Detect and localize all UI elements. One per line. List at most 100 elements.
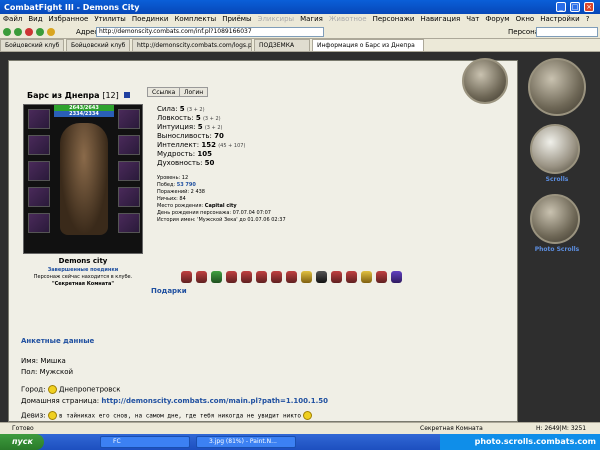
address-input[interactable]: http://demonscity.combats.com/inf.pl?108… [96,27,324,37]
tab[interactable]: Бойцовский клуб [66,39,130,51]
stat-row: Мудрость: 105 [157,150,213,158]
profile-motto: Девиз: в тайниках его снов, на самом дне… [21,411,313,420]
badge-icon[interactable] [211,271,222,283]
status-hp: Н: 2649|М: 3251 [536,425,587,432]
info-losses: Поражений: 2 438 [157,189,205,195]
profile-name: Имя: Мишка [21,357,66,365]
taskbar-item[interactable]: 3.jpg (81%) - Paint.N... [196,436,296,448]
emblem-icon[interactable] [528,58,586,116]
profile-city: Город: Днепропетровск [21,385,121,394]
persona-select[interactable] [536,27,598,37]
forward-icon[interactable] [14,28,22,36]
menu-item[interactable]: Поединки [132,14,169,25]
character-level: [12] [102,91,119,100]
photo-scrolls-link[interactable]: Photo Scrolls [520,246,594,253]
start-button[interactable]: пуск [0,434,44,450]
mp-bar: 2334/2334 [54,111,114,117]
earring-slot[interactable] [118,109,140,129]
browser-window: CombatFight III - Demons City _ □ × Файл… [0,0,600,450]
tab-active[interactable]: Информация о Барс из Днепра [312,39,424,51]
belt-slot[interactable] [28,213,50,233]
badge-icon[interactable] [241,271,252,283]
maximize-button[interactable]: □ [570,2,580,12]
home-icon[interactable] [47,28,55,36]
badge-icon[interactable] [316,271,327,283]
badge-icon[interactable] [226,271,237,283]
leggings-slot[interactable] [118,187,140,207]
photo-scrolls-icon[interactable] [530,194,580,244]
back-icon[interactable] [3,28,11,36]
info-birthplace: Место рождения: Capital city [157,203,237,209]
taskbar: пуск FC 3.jpg (81%) - Paint.N... photo.s… [0,434,600,450]
character-name[interactable]: Барс из Днепра [27,91,100,100]
boots-slot[interactable] [118,213,140,233]
minimize-button[interactable]: _ [556,2,566,12]
gloves-slot[interactable] [118,135,140,155]
menu-item[interactable]: Комплекты [174,14,216,25]
character-figure [60,123,108,235]
badge-icon[interactable] [196,271,207,283]
badge-icon[interactable] [181,271,192,283]
scrolls-link[interactable]: Scrolls [520,176,594,183]
shield-slot[interactable] [118,161,140,181]
stat-row: Ловкость: 5 (3 + 2) [157,114,221,122]
badge-icon[interactable] [346,271,357,283]
close-button[interactable]: × [584,2,594,12]
status-ready: Готово [12,425,34,432]
menu-item[interactable]: Персонажи [373,14,415,25]
stop-icon[interactable] [25,28,33,36]
menu-item[interactable]: Утилиты [94,14,126,25]
location-room: "Секретная Комната" [51,281,115,287]
character-header: Барс из Днепра [12] [27,91,130,100]
badge-icon[interactable] [391,271,402,283]
taskbar-item[interactable]: FC [100,436,190,448]
menu-item[interactable]: Настройки [540,14,580,25]
menu-item[interactable]: Вид [28,14,42,25]
menu-item[interactable]: Эликсиры [258,14,295,25]
gifts-link[interactable]: Подарки [151,287,187,295]
badge-icon[interactable] [361,271,372,283]
badge-icon[interactable] [271,271,282,283]
tab[interactable]: ПОДЗЕМКА [254,39,310,51]
badge-icon[interactable] [376,271,387,283]
scrolls-icon[interactable] [530,124,580,174]
menu-item[interactable]: Окно [516,14,535,25]
page-viewport: Барс из Днепра [12] Ссылка Логин 2643/26… [0,52,600,422]
fights-link[interactable]: Завершенные поединки [23,267,143,273]
info-icon[interactable] [123,92,130,98]
amulet-slot[interactable] [28,135,50,155]
home-link[interactable]: http://demonscity.combats.com/main.pl?pa… [101,397,328,405]
menu-item[interactable]: Форум [485,14,509,25]
info-history: История имен: 'Мужской Зека' до 01.07.06… [157,217,286,223]
menu-item[interactable]: Приёмы [222,14,251,25]
menu-item[interactable]: Навигация [420,14,460,25]
menu-item[interactable]: Избранное [49,14,89,25]
profile-sex: Пол: Мужской [21,368,74,376]
badge-icon[interactable] [331,271,342,283]
tab[interactable]: http://demonscity.combats.com/logs.p... [132,39,252,51]
profile-heading: Анкетные данные [21,337,95,345]
weapon-slot[interactable] [28,161,50,181]
refresh-icon[interactable] [36,28,44,36]
menu-item[interactable]: Животное [329,14,367,25]
stat-row: Духовность: 50 [157,159,215,167]
city-name: Demons city [58,257,108,265]
compass-icon[interactable] [462,58,508,104]
menu-item[interactable]: Магия [300,14,323,25]
menu-item[interactable]: Чат [466,14,479,25]
armor-slot[interactable] [28,187,50,207]
info-draws: Ничьих: 84 [157,196,186,202]
tab[interactable]: Бойцовский клуб [0,39,64,51]
menu-item[interactable]: ? [586,14,590,25]
info-level: Уровень: 12 [157,175,189,181]
status-bar: Готово Секретная Комната Н: 2649|М: 3251 [0,422,600,434]
stat-row: Интеллект: 152 (45 + 107) [157,141,246,149]
menu-item[interactable]: Файл [3,14,22,25]
login-button[interactable]: Логин [179,87,209,97]
badge-icon[interactable] [301,271,312,283]
helmet-slot[interactable] [28,109,50,129]
badge-icon[interactable] [256,271,267,283]
window-title: CombatFight III - Demons City [4,2,140,12]
link-button[interactable]: Ссылка [147,87,181,97]
badge-icon[interactable] [286,271,297,283]
